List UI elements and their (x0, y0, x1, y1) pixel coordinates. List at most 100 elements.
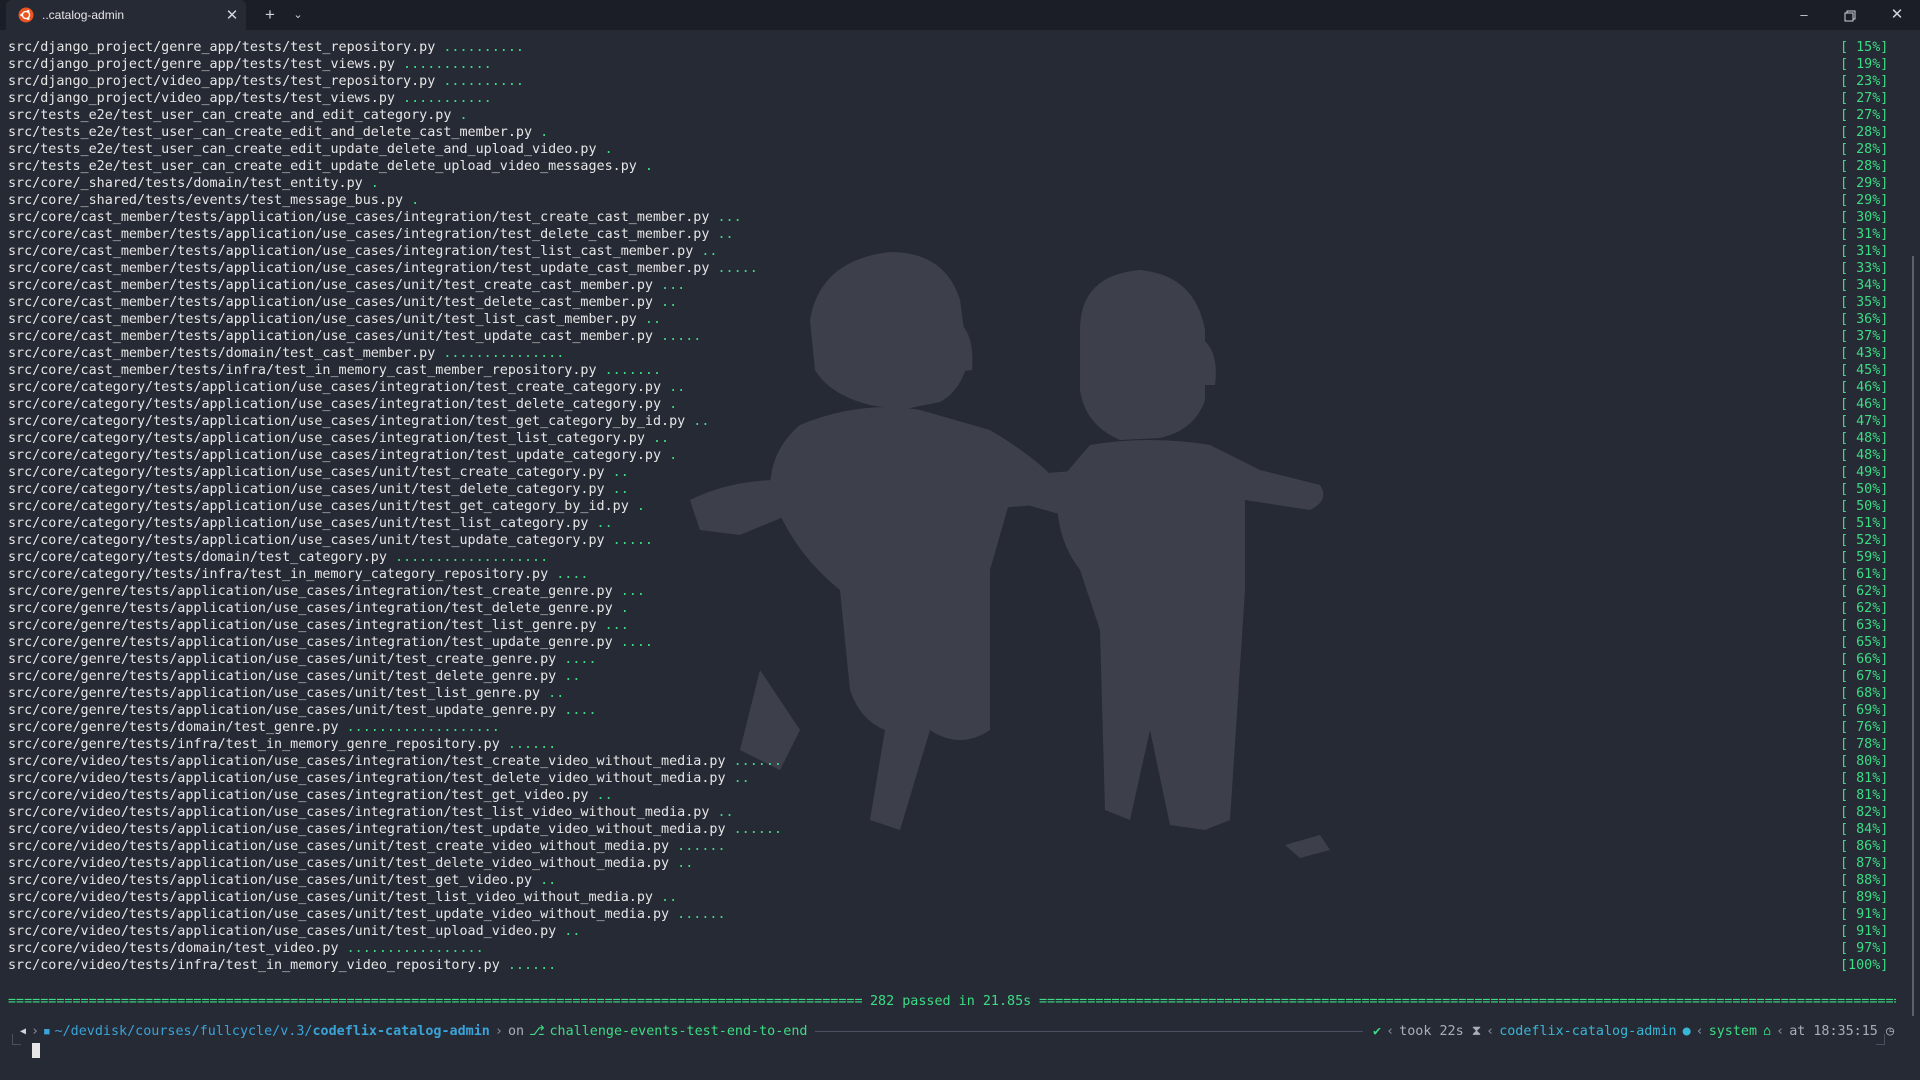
maximize-icon[interactable] (1828, 0, 1872, 30)
test-file-path: src/core/category/tests/application/use_… (8, 431, 645, 446)
test-output-line: src/core/_shared/tests/events/test_messa… (8, 192, 1888, 209)
test-file-path: src/core/genre/tests/application/use_cas… (8, 635, 613, 650)
test-output-line: src/core/category/tests/application/use_… (8, 396, 1888, 413)
test-file-path: src/core/genre/tests/infra/test_in_memor… (8, 737, 500, 752)
python-icon: ● (1682, 1024, 1691, 1039)
test-output-line: src/core/cast_member/tests/infra/test_in… (8, 362, 1888, 379)
test-file-path: src/core/_shared/tests/domain/test_entit… (8, 176, 363, 191)
duration: 22s (1439, 1024, 1464, 1039)
scrollbar[interactable] (1912, 256, 1914, 1016)
test-output-line: src/django_project/genre_app/tests/test_… (8, 56, 1888, 73)
test-file-path: src/core/genre/tests/application/use_cas… (8, 669, 557, 684)
test-dots: ...... (733, 754, 782, 769)
close-tab-icon[interactable]: ✕ (218, 6, 246, 24)
test-output-line: src/core/category/tests/infra/test_in_me… (8, 566, 1888, 583)
window-close-icon[interactable]: ✕ (1874, 0, 1920, 30)
test-dots: ...... (507, 958, 557, 973)
test-output-line: src/core/cast_member/tests/application/u… (8, 328, 1888, 345)
test-progress-percent: [ 62%] (1840, 601, 1889, 616)
test-dots: .. (661, 295, 678, 310)
test-output-line: src/core/video/tests/infra/test_in_memor… (8, 957, 1888, 974)
test-dots: ................. (346, 941, 484, 956)
test-output-line: src/core/category/tests/application/use_… (8, 481, 1888, 498)
test-file-path: src/core/genre/tests/application/use_cas… (8, 584, 613, 599)
test-progress-percent: [ 28%] (1840, 125, 1889, 140)
new-tab-icon[interactable]: + (258, 0, 282, 30)
test-dots: ... (604, 618, 629, 633)
test-dots: ...... (507, 737, 557, 752)
prompt-right-cap (1876, 1034, 1885, 1045)
test-dots: . (620, 601, 629, 616)
path-prefix: ~/devdisk/courses/fullcycle/v.3/ (54, 1024, 313, 1039)
test-file-path: src/core/category/tests/application/use_… (8, 482, 605, 497)
test-dots: ... (661, 278, 686, 293)
test-dots: .. (596, 516, 613, 531)
test-progress-percent: [ 27%] (1840, 108, 1889, 123)
test-file-path: src/core/video/tests/application/use_cas… (8, 873, 533, 888)
test-progress-percent: [ 61%] (1840, 567, 1889, 582)
terminal-cursor[interactable] (32, 1043, 40, 1058)
test-file-path: src/core/video/tests/application/use_cas… (8, 822, 726, 837)
terminal-pane[interactable]: src/django_project/genre_app/tests/test_… (0, 30, 1920, 1080)
test-dots: ... (717, 210, 742, 225)
test-dots: .. (596, 788, 613, 803)
test-dots: ..... (661, 329, 702, 344)
test-file-path: src/tests_e2e/test_user_can_create_and_e… (8, 108, 452, 123)
test-file-path: src/core/genre/tests/application/use_cas… (8, 703, 557, 718)
test-progress-percent: [ 19%] (1840, 57, 1889, 72)
test-file-path: src/core/category/tests/infra/test_in_me… (8, 567, 549, 582)
test-progress-percent: [ 87%] (1840, 856, 1889, 871)
test-progress-percent: [ 48%] (1840, 431, 1889, 446)
test-result: 282 passed in 21.85s (870, 994, 1032, 1009)
minimize-icon[interactable]: – (1782, 0, 1826, 30)
test-output-line: src/core/video/tests/application/use_cas… (8, 770, 1888, 787)
test-progress-percent: [ 68%] (1840, 686, 1889, 701)
test-progress-percent: [ 81%] (1840, 788, 1889, 803)
test-output-line: src/core/cast_member/tests/application/u… (8, 260, 1888, 277)
chevron-down-icon[interactable]: ⌄ (286, 0, 310, 30)
test-output-line: src/core/cast_member/tests/application/u… (8, 311, 1888, 328)
test-output-line: src/tests_e2e/test_user_can_create_and_e… (8, 107, 1888, 124)
test-progress-percent: [ 82%] (1840, 805, 1889, 820)
test-progress-percent: [ 46%] (1840, 380, 1889, 395)
test-output-line: src/core/cast_member/tests/application/u… (8, 294, 1888, 311)
test-dots: .. (677, 856, 694, 871)
test-file-path: src/core/video/tests/domain/test_video.p… (8, 941, 339, 956)
test-output-line: src/core/category/tests/application/use_… (8, 447, 1888, 464)
test-file-path: src/core/category/tests/domain/test_cate… (8, 550, 387, 565)
test-output-line: src/core/video/tests/application/use_cas… (8, 855, 1888, 872)
test-progress-percent: [ 80%] (1840, 754, 1889, 769)
test-file-path: src/core/cast_member/tests/application/u… (8, 329, 653, 344)
test-file-path: src/django_project/genre_app/tests/test_… (8, 57, 395, 72)
test-progress-percent: [ 15%] (1840, 40, 1889, 55)
test-file-path: src/core/video/tests/application/use_cas… (8, 754, 726, 769)
test-output-line: src/core/category/tests/application/use_… (8, 413, 1888, 430)
test-progress-percent: [ 28%] (1840, 159, 1889, 174)
tab-catalog-admin[interactable]: ..catalog-admin ✕ (6, 0, 246, 30)
test-output-line: src/core/video/tests/application/use_cas… (8, 804, 1888, 821)
test-output-line: src/core/category/tests/application/use_… (8, 430, 1888, 447)
test-file-path: src/core/cast_member/tests/infra/test_in… (8, 363, 597, 378)
took-label: took (1399, 1024, 1432, 1039)
test-output-line: src/core/cast_member/tests/application/u… (8, 209, 1888, 226)
test-file-path: src/tests_e2e/test_user_can_create_edit_… (8, 142, 597, 157)
virtualenv-name: codeflix-catalog-admin (1499, 1024, 1677, 1039)
test-output-line: src/core/video/tests/application/use_cas… (8, 838, 1888, 855)
test-file-path: src/core/genre/tests/application/use_cas… (8, 652, 557, 667)
test-file-path: src/core/video/tests/application/use_cas… (8, 771, 726, 786)
test-output-line: src/core/category/tests/application/use_… (8, 464, 1888, 481)
shell-prompt: ◀ › ■ ~/devdisk/courses/fullcycle/v.3/co… (0, 1022, 1920, 1042)
test-dots: .. (701, 244, 718, 259)
test-dots: . (644, 159, 653, 174)
test-dots: ..... (717, 261, 758, 276)
test-file-path: src/core/video/tests/application/use_cas… (8, 907, 670, 922)
test-output-line: src/core/genre/tests/domain/test_genre.p… (8, 719, 1888, 736)
test-dots: ...... (733, 822, 782, 837)
test-file-path: src/core/category/tests/application/use_… (8, 380, 662, 395)
hourglass-icon: ⧗ (1471, 1024, 1482, 1039)
test-progress-percent: [ 69%] (1840, 703, 1889, 718)
test-progress-percent: [ 50%] (1840, 499, 1889, 514)
test-output-line: src/core/category/tests/domain/test_cate… (8, 549, 1888, 566)
title-bar: ..catalog-admin ✕ + ⌄ – ✕ (0, 0, 1920, 30)
test-dots: ...... (677, 839, 726, 854)
